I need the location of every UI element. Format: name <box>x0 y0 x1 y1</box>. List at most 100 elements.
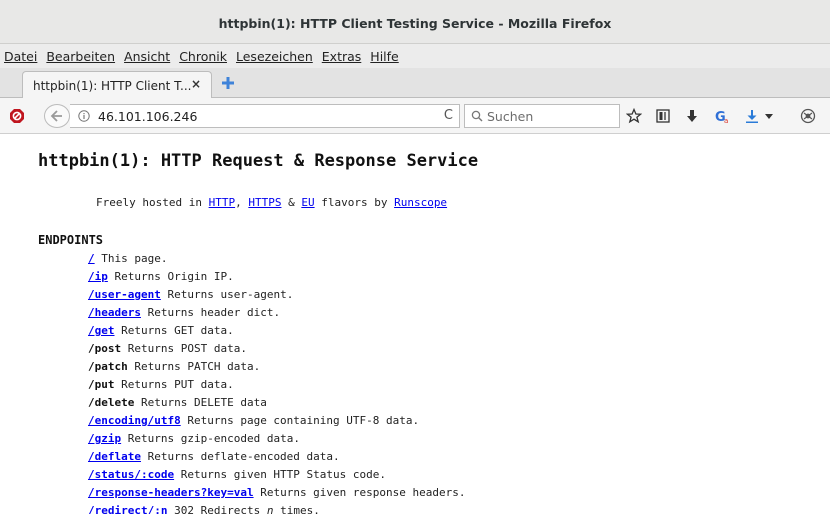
endpoint-link[interactable]: /user-agent <box>88 288 161 301</box>
menu-lesezeichen[interactable]: Lesezeichen <box>236 49 313 64</box>
tab-close-icon[interactable]: × <box>191 77 201 91</box>
endpoint-link[interactable]: /ip <box>88 270 108 283</box>
endpoint-desc: Returns page containing UTF-8 data. <box>187 414 420 427</box>
endpoint-link[interactable]: /get <box>88 324 115 337</box>
endpoint-list: / This page. /ip Returns Origin IP. /use… <box>88 250 466 514</box>
endpoint-item: /delete Returns DELETE data <box>88 394 466 412</box>
endpoint-item: /encoding/utf8 Returns page containing U… <box>88 412 466 430</box>
subtitle-sep: , <box>235 196 249 209</box>
back-button[interactable] <box>44 104 70 128</box>
svg-text:a: a <box>724 117 728 124</box>
endpoint-path: /post <box>88 342 122 355</box>
endpoint-item: /post Returns POST data. <box>88 340 466 358</box>
link-https[interactable]: HTTPS <box>248 196 281 209</box>
link-http[interactable]: HTTP <box>209 196 236 209</box>
ublock-icon[interactable] <box>9 108 25 124</box>
endpoint-desc: Returns given response headers. <box>260 486 466 499</box>
chevron-down-icon[interactable] <box>764 108 774 124</box>
endpoint-link[interactable]: /encoding/utf8 <box>88 414 181 427</box>
endpoint-link[interactable]: /headers <box>88 306 141 319</box>
endpoint-desc: This page. <box>101 252 168 265</box>
endpoint-link[interactable]: /gzip <box>88 432 121 445</box>
endpoint-link[interactable]: /status/:code <box>88 468 174 481</box>
search-bar[interactable] <box>464 104 620 128</box>
window-titlebar: httpbin(1): HTTP Client Testing Service … <box>0 0 830 44</box>
menu-bearbeiten[interactable]: Bearbeiten <box>46 49 115 64</box>
endpoint-desc: Returns POST data. <box>127 342 247 355</box>
downloads-icon[interactable] <box>744 108 760 124</box>
menu-extras[interactable]: Extras <box>322 49 362 64</box>
endpoint-desc: Returns given HTTP Status code. <box>180 468 387 481</box>
endpoint-desc-post: times. <box>273 504 320 514</box>
endpoint-item: /deflate Returns deflate-encoded data. <box>88 448 466 466</box>
pocket-download-arrow-icon[interactable] <box>684 108 700 124</box>
endpoint-desc: Returns PATCH data. <box>134 360 261 373</box>
search-input[interactable] <box>487 108 607 124</box>
endpoint-item: /headers Returns header dict. <box>88 304 466 322</box>
page-subtitle: Freely hosted in HTTP, HTTPS & EU flavor… <box>96 196 447 209</box>
endpoint-item: /patch Returns PATCH data. <box>88 358 466 376</box>
new-tab-plus-icon[interactable] <box>220 75 236 91</box>
endpoint-desc: Returns PUT data. <box>121 378 234 391</box>
menu-hilfe-label: Hilfe <box>370 48 399 64</box>
menu-bar: Datei Bearbeiten Ansicht Chronik Lesezei… <box>0 44 830 68</box>
menu-bearbeiten-label: Bearbeiten <box>46 48 116 64</box>
url-text[interactable]: 46.101.106.246 <box>98 109 197 124</box>
menu-datei-label: Datei <box>4 48 38 64</box>
endpoint-item: /response-headers?key=val Returns given … <box>88 484 466 502</box>
menu-datei[interactable]: Datei <box>4 49 37 64</box>
endpoint-item: / This page. <box>88 250 466 268</box>
endpoint-item: /user-agent Returns user-agent. <box>88 286 466 304</box>
endpoint-desc: Returns Origin IP. <box>114 270 234 283</box>
endpoint-desc-pre: 302 Redirects <box>174 504 267 514</box>
subtitle-mid: flavors by <box>314 196 395 209</box>
window-title: httpbin(1): HTTP Client Testing Service … <box>218 16 612 31</box>
subtitle-sep: & <box>281 196 302 209</box>
endpoint-item: /gzip Returns gzip-encoded data. <box>88 430 466 448</box>
search-icon <box>471 110 483 122</box>
link-eu[interactable]: EU <box>301 196 314 209</box>
menu-extras-label: Extras <box>321 48 362 64</box>
endpoint-desc: Returns header dict. <box>147 306 281 319</box>
tab-httpbin[interactable]: httpbin(1): HTTP Client T... × <box>22 71 212 99</box>
link-runscope[interactable]: Runscope <box>394 196 447 209</box>
tab-label: httpbin(1): HTTP Client T... <box>33 78 192 93</box>
endpoint-path: /put <box>88 378 115 391</box>
endpoints-heading: ENDPOINTS <box>38 233 104 247</box>
menu-chronik-label: Chronik <box>179 48 227 64</box>
endpoint-path: /patch <box>88 360 128 373</box>
reload-icon[interactable]: C <box>444 108 453 123</box>
endpoint-item: /put Returns PUT data. <box>88 376 466 394</box>
extension-shield-icon[interactable] <box>800 108 816 124</box>
endpoint-link[interactable]: /deflate <box>88 450 141 463</box>
menu-ansicht-label: Ansicht <box>124 48 171 64</box>
menu-hilfe[interactable]: Hilfe <box>370 49 398 64</box>
info-icon[interactable] <box>78 110 90 122</box>
bookmarks-library-icon[interactable] <box>655 108 671 124</box>
endpoint-item: /redirect/:n 302 Redirects n times. <box>88 502 466 514</box>
page-title: httpbin(1): HTTP Request & Response Serv… <box>38 151 479 171</box>
endpoint-item: /status/:code Returns given HTTP Status … <box>88 466 466 484</box>
tab-strip: httpbin(1): HTTP Client T... × <box>0 68 830 99</box>
translate-icon[interactable]: G a <box>715 108 731 124</box>
bookmark-star-icon[interactable] <box>626 108 642 124</box>
menu-ansicht[interactable]: Ansicht <box>124 49 170 64</box>
endpoint-link[interactable]: /response-headers?key=val <box>88 486 254 499</box>
url-bar[interactable]: 46.101.106.246 C <box>70 104 460 128</box>
endpoint-desc: Returns GET data. <box>121 324 234 337</box>
page-content: httpbin(1): HTTP Request & Response Serv… <box>0 135 830 514</box>
endpoint-desc: Returns gzip-encoded data. <box>127 432 300 445</box>
menu-chronik[interactable]: Chronik <box>179 49 227 64</box>
endpoint-link[interactable]: /redirect/:n <box>88 504 167 514</box>
endpoint-link[interactable]: / <box>88 252 95 265</box>
menu-lesezeichen-label: Lesezeichen <box>236 48 313 64</box>
endpoint-item: /ip Returns Origin IP. <box>88 268 466 286</box>
endpoint-item: /get Returns GET data. <box>88 322 466 340</box>
back-arrow-icon <box>50 110 62 122</box>
endpoint-desc: Returns user-agent. <box>167 288 294 301</box>
endpoint-path: /delete <box>88 396 135 409</box>
navigation-bar: 46.101.106.246 C G a <box>0 98 830 134</box>
endpoint-desc: Returns deflate-encoded data. <box>147 450 340 463</box>
endpoint-desc: Returns DELETE data <box>140 396 267 409</box>
subtitle-prefix: Freely hosted in <box>96 196 209 209</box>
